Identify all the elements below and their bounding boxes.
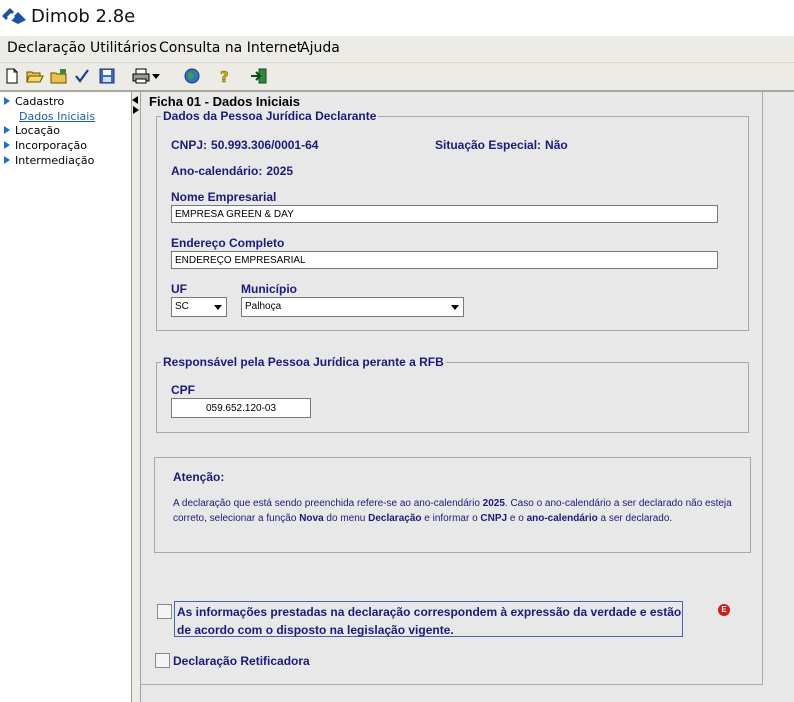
uf-select[interactable]: SC <box>171 297 227 317</box>
expand-right-icon[interactable] <box>133 106 139 114</box>
declarante-legend: Dados da Pessoa Jurídica Declarante <box>161 109 379 123</box>
retificadora-label: Declaração Retificadora <box>173 654 310 668</box>
atencao-title: Atenção: <box>173 470 225 484</box>
chevron-down-icon <box>214 305 222 310</box>
title-bar: Dimob 2.8e <box>0 0 794 35</box>
cnpj-value: 50.993.306/0001-64 <box>211 138 319 152</box>
atencao-menu-declaracao: Declaração <box>368 513 422 524</box>
responsavel-legend: Responsável pela Pessoa Jurídica perante… <box>161 355 446 369</box>
dropdown-arrow-icon[interactable] <box>150 67 162 85</box>
responsavel-group: Responsável pela Pessoa Jurídica perante… <box>156 355 749 433</box>
tree-expand-icon <box>4 156 10 164</box>
exit-icon[interactable] <box>249 67 269 85</box>
app-logo-icon <box>2 8 26 29</box>
atencao-text-part: do menu <box>323 513 369 524</box>
tree-item-cadastro[interactable]: Cadastro <box>4 95 64 108</box>
nome-empresarial-label: Nome Empresarial <box>171 190 277 204</box>
cnpj-display: CNPJ: 50.993.306/0001-64 <box>171 138 318 152</box>
ano-calendario-display: Ano-calendário: 2025 <box>171 164 293 178</box>
atencao-box: Atenção: A declaração que está sendo pre… <box>154 457 751 553</box>
globe-icon[interactable] <box>182 67 202 85</box>
check-icon[interactable] <box>72 67 92 85</box>
atencao-text-part: a ser declarado. <box>597 513 673 524</box>
panel-splitter[interactable] <box>132 92 141 702</box>
endereco-input[interactable]: ENDEREÇO EMPRESARIAL <box>171 251 718 269</box>
error-icon: E <box>718 604 730 616</box>
tree-expand-icon <box>4 126 10 134</box>
navigation-tree: Cadastro Dados Iniciais Locação Incorpor… <box>0 92 132 702</box>
tree-expand-icon <box>4 141 10 149</box>
menu-consulta-internet[interactable]: Consulta na Internet <box>159 40 302 56</box>
toolbar: ? <box>0 63 794 92</box>
menu-ajuda[interactable]: Ajuda <box>300 40 340 56</box>
atencao-ano-calendario: ano-calendário <box>526 513 598 524</box>
new-file-icon[interactable] <box>2 67 22 85</box>
situacao-value: Não <box>545 138 568 152</box>
cnpj-label: CNPJ: <box>171 138 208 152</box>
municipio-label: Município <box>241 282 297 296</box>
window-title: Dimob 2.8e <box>31 6 136 27</box>
retificadora-checkbox[interactable] <box>155 653 170 668</box>
declarante-group: Dados da Pessoa Jurídica Declarante CNPJ… <box>156 109 749 331</box>
open-folder-icon[interactable] <box>25 67 45 85</box>
situacao-label: Situação Especial: <box>435 138 542 152</box>
tree-item-label: Incorporação <box>15 139 88 152</box>
form-border-right <box>762 92 763 685</box>
ano-value: 2025 <box>266 164 294 178</box>
nome-empresarial-input[interactable]: EMPRESA GREEN & DAY <box>171 205 718 223</box>
uf-selected-value: SC <box>175 301 189 312</box>
tree-item-dados-iniciais[interactable]: Dados Iniciais <box>19 110 95 123</box>
chevron-down-icon <box>451 305 459 310</box>
situacao-display: Situação Especial: Não <box>435 138 568 152</box>
uf-label: UF <box>171 282 187 296</box>
tree-item-intermediacao[interactable]: Intermediação <box>4 154 94 167</box>
menu-bar: Declaração Utilitários Consulta na Inter… <box>0 36 794 63</box>
endereco-label: Endereço Completo <box>171 236 285 250</box>
import-folder-icon[interactable] <box>49 67 69 85</box>
municipio-selected-value: Palhoça <box>245 301 282 312</box>
cpf-label: CPF <box>171 383 195 397</box>
ano-label: Ano-calendário: <box>171 164 263 178</box>
tree-expand-icon <box>4 97 10 105</box>
atencao-nova: Nova <box>299 513 324 524</box>
cpf-input[interactable]: 059.652.120-03 <box>171 398 311 418</box>
form-title: Ficha 01 - Dados Iniciais <box>149 94 300 109</box>
tree-item-label: Intermediação <box>15 154 95 167</box>
form-border-bottom <box>141 684 763 685</box>
declaracao-verdade-label: As informações prestadas na declaração c… <box>177 605 682 637</box>
help-icon[interactable]: ? <box>215 67 235 85</box>
svg-text:?: ? <box>220 68 229 84</box>
collapse-left-icon[interactable] <box>132 96 138 104</box>
atencao-cnpj: CNPJ <box>480 513 508 524</box>
atencao-year: 2025 <box>482 498 505 509</box>
menu-utilitarios[interactable]: Utilitários <box>90 40 157 56</box>
atencao-text-part: e o <box>507 513 527 524</box>
tree-item-label: Locação <box>15 124 60 137</box>
atencao-text-part: e informar o <box>421 513 481 524</box>
atencao-text-part: A declaração que está sendo preenchida r… <box>173 498 483 509</box>
municipio-select[interactable]: Palhoça <box>241 297 464 317</box>
tree-item-label: Cadastro <box>15 95 65 108</box>
declaracao-verdade-focus[interactable]: As informações prestadas na declaração c… <box>174 601 683 637</box>
tree-item-incorporacao[interactable]: Incorporação <box>4 139 87 152</box>
menu-declaracao[interactable]: Declaração <box>7 40 86 56</box>
save-icon[interactable] <box>97 67 117 85</box>
print-icon[interactable] <box>132 67 150 85</box>
atencao-text: A declaração que está sendo preenchida r… <box>173 496 743 526</box>
tree-item-locacao[interactable]: Locação <box>4 124 60 137</box>
declaracao-verdade-checkbox[interactable] <box>157 604 172 619</box>
form-panel: Ficha 01 - Dados Iniciais Dados da Pesso… <box>141 92 794 702</box>
